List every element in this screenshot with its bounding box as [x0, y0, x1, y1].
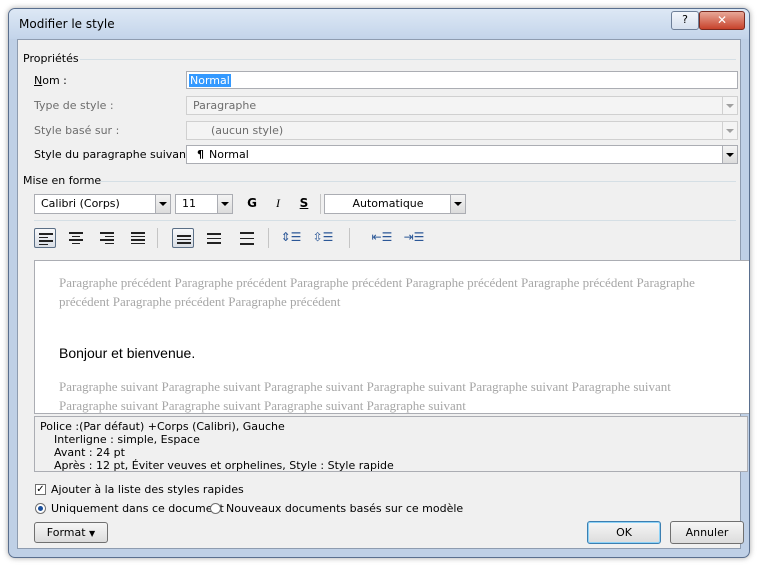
decrease-indent-icon[interactable]: ⇤☰ — [371, 228, 393, 248]
toolbar-separator — [320, 194, 321, 214]
justify-icon[interactable] — [127, 228, 149, 248]
next-style-value: Normal — [209, 148, 249, 161]
based-on-label: Style basé sur : — [34, 124, 120, 137]
chevron-down-icon — [155, 195, 170, 213]
name-input[interactable]: Normal — [186, 71, 738, 89]
bold-button[interactable]: G — [241, 194, 263, 214]
based-on-select[interactable]: (aucun style) — [186, 121, 738, 140]
double-spacing-icon[interactable] — [236, 228, 258, 248]
toolbar-separator — [349, 228, 350, 248]
underline-button[interactable]: S — [293, 194, 315, 214]
single-spacing-icon[interactable] — [172, 228, 194, 248]
only-this-document-radio[interactable] — [35, 503, 46, 514]
modify-style-dialog: Modifier le style ? ✕ Propriétés Nom : N… — [8, 8, 750, 558]
description-line: Après : 12 pt, Éviter veuves et orphelin… — [54, 459, 394, 472]
increase-indent-icon[interactable]: ⇥☰ — [403, 228, 425, 248]
decrease-space-before-icon[interactable]: ⇳☰ — [312, 228, 334, 248]
new-documents-radio[interactable] — [210, 503, 221, 514]
format-button[interactable]: Format ▼ — [34, 522, 108, 543]
font-select[interactable]: Calibri (Corps) — [34, 194, 171, 214]
increase-space-before-icon[interactable]: ⇕☰ — [280, 228, 302, 248]
chevron-down-icon — [450, 195, 465, 213]
properties-divider — [80, 59, 736, 60]
title-bar: Modifier le style ? ✕ — [9, 9, 749, 39]
next-style-select[interactable]: ¶ Normal — [186, 145, 738, 164]
formatting-divider — [100, 181, 736, 182]
font-value: Calibri (Corps) — [41, 197, 120, 210]
chevron-down-icon — [217, 195, 232, 213]
format-button-label: Format — [46, 526, 86, 539]
properties-section-label: Propriétés — [23, 52, 79, 65]
font-color-select[interactable]: Automatique — [324, 194, 466, 214]
pilcrow-icon: ¶ — [197, 148, 204, 161]
one-and-half-spacing-icon[interactable] — [203, 228, 225, 248]
based-on-value: (aucun style) — [211, 124, 284, 137]
formatting-section-label: Mise en forme — [23, 174, 102, 187]
description-line: Avant : 24 pt — [54, 446, 125, 459]
next-style-label: Style du paragraphe suivant : — [34, 148, 198, 161]
italic-button[interactable]: I — [267, 194, 289, 214]
style-type-value: Paragraphe — [193, 99, 257, 112]
sample-text: Bonjour et bienvenue. — [59, 345, 196, 361]
description-line: Police :(Par défaut) +Corps (Calibri), G… — [40, 420, 285, 433]
style-type-label: Type de style : — [34, 99, 114, 112]
dialog-body: Propriétés Nom : Normal Type de style : … — [17, 39, 749, 549]
close-button[interactable]: ✕ — [699, 11, 745, 30]
toolbar-separator — [268, 228, 269, 248]
style-description: Police :(Par défaut) +Corps (Calibri), G… — [34, 416, 748, 472]
description-line: Interligne : simple, Espace — [54, 433, 200, 446]
align-right-icon[interactable] — [96, 228, 118, 248]
ok-button[interactable]: OK — [587, 521, 661, 544]
toolbar-separator — [157, 228, 158, 248]
next-paragraph-text: Paragraphe suivant Paragraphe suivant Pa… — [59, 379, 671, 413]
name-label: Nom : — [34, 74, 67, 87]
help-button[interactable]: ? — [671, 11, 699, 30]
dialog-title: Modifier le style — [19, 17, 115, 31]
add-quick-styles-checkbox[interactable]: ✓ — [35, 484, 46, 495]
font-size-select[interactable]: 11 — [175, 194, 233, 214]
chevron-down-icon — [722, 122, 737, 139]
chevron-down-icon — [722, 97, 737, 114]
toolbar-divider — [34, 220, 736, 221]
font-size-value: 11 — [182, 197, 196, 210]
style-preview: Paragraphe précédent Paragraphe précéden… — [34, 260, 749, 414]
add-quick-styles-label: Ajouter à la liste des styles rapides — [51, 483, 244, 496]
new-documents-label: Nouveaux documents basés sur ce modèle — [226, 502, 464, 515]
cancel-button[interactable]: Annuler — [670, 521, 744, 544]
align-center-icon[interactable] — [65, 228, 87, 248]
align-left-icon[interactable] — [34, 228, 56, 248]
style-type-select[interactable]: Paragraphe — [186, 96, 738, 115]
previous-paragraph-text: Paragraphe précédent Paragraphe précéden… — [59, 275, 695, 309]
chevron-down-icon — [722, 146, 737, 163]
name-input-value: Normal — [189, 74, 231, 87]
only-this-document-label: Uniquement dans ce document — [51, 502, 224, 515]
chevron-down-icon: ▼ — [89, 529, 96, 538]
font-color-value: Automatique — [352, 197, 424, 210]
